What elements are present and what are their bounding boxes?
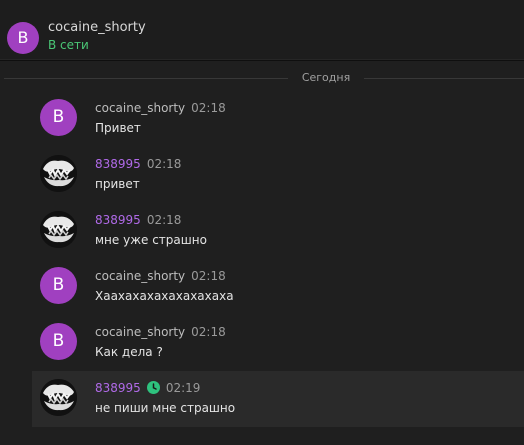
message-author[interactable]: cocaine_shorty	[95, 269, 185, 283]
message-meta: cocaine_shorty 02:18	[95, 325, 226, 339]
message-item[interactable]: 838995 02:18 мне уже страшно	[32, 203, 524, 259]
message-time: 02:19	[165, 381, 201, 395]
chat-header: B cocaine_shorty В сети	[0, 0, 524, 60]
message-meta: cocaine_shorty 02:18	[95, 269, 226, 283]
message-text: привет	[95, 177, 140, 191]
message-meta: cocaine_shorty 02:18	[95, 101, 226, 115]
message-text: Привет	[95, 121, 141, 135]
message-item[interactable]: 838995 02:19 не пиши мне страшно	[32, 371, 524, 427]
avatar[interactable]: B	[40, 323, 77, 360]
message-item[interactable]: B cocaine_shorty 02:18 Привет	[32, 91, 524, 147]
message-author[interactable]: cocaine_shorty	[95, 101, 185, 115]
message-author[interactable]: 838995	[95, 157, 141, 171]
message-text: Как дела ?	[95, 345, 163, 359]
message-item[interactable]: B cocaine_shorty 02:18 Хаахахахахахахахах…	[32, 259, 524, 315]
clock-icon	[146, 381, 160, 394]
divider	[4, 78, 288, 79]
message-time: 02:18	[146, 213, 182, 227]
message-author[interactable]: 838995	[95, 213, 141, 227]
message-meta: 838995 02:18	[95, 213, 181, 227]
message-text: Хаахахахахахахахаха	[95, 289, 234, 303]
message-time: 02:18	[191, 325, 226, 339]
message-text: не пиши мне страшно	[95, 401, 236, 415]
message-text: мне уже страшно	[95, 233, 207, 247]
avatar[interactable]	[40, 155, 77, 192]
avatar[interactable]	[40, 211, 77, 248]
avatar-image	[40, 155, 77, 192]
contact-name[interactable]: cocaine_shorty	[48, 20, 146, 35]
message-meta: 838995 02:18	[95, 157, 181, 171]
message-item[interactable]: B cocaine_shorty 02:18 Как дела ?	[32, 315, 524, 371]
avatar-image	[40, 211, 77, 248]
message-item[interactable]: 838995 02:18 привет	[32, 147, 524, 203]
message-meta: 838995 02:19	[95, 381, 200, 395]
message-time: 02:18	[146, 157, 182, 171]
divider	[364, 78, 524, 79]
avatar[interactable]: B	[7, 22, 39, 54]
avatar-image	[40, 379, 77, 416]
avatar[interactable]	[40, 379, 77, 416]
avatar[interactable]: B	[40, 99, 77, 136]
message-time: 02:18	[191, 269, 226, 283]
date-label: Сегодня	[301, 71, 351, 84]
avatar[interactable]: B	[40, 267, 77, 304]
message-list[interactable]: Сегодня B cocaine_shorty 02:18 Привет 838…	[0, 61, 524, 445]
message-time: 02:18	[191, 101, 226, 115]
message-author[interactable]: cocaine_shorty	[95, 325, 185, 339]
online-status: В сети	[48, 38, 89, 52]
message-author[interactable]: 838995	[95, 381, 141, 395]
